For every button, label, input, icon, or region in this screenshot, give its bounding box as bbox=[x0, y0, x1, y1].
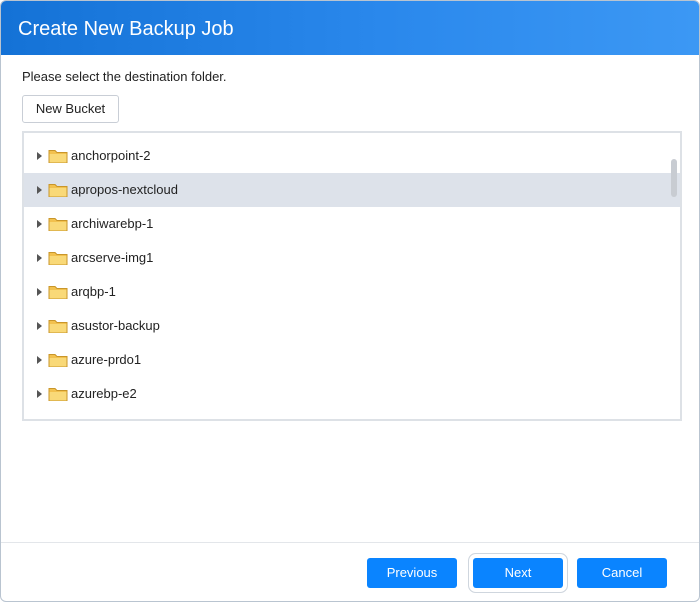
footer-divider bbox=[1, 542, 699, 543]
tree-item-label: apropos-nextcloud bbox=[71, 182, 178, 197]
folder-icon bbox=[48, 320, 68, 333]
folder-icon bbox=[48, 252, 68, 265]
folder-icon bbox=[48, 150, 68, 163]
tree-row-arcserve-img1[interactable]: arcserve-img1 bbox=[24, 241, 680, 275]
folder-icon bbox=[48, 218, 68, 231]
expand-caret-icon[interactable] bbox=[37, 220, 42, 228]
tree-row-anchorpoint-2[interactable]: anchorpoint-2 bbox=[24, 139, 680, 173]
tree-row-apropos-nextcloud[interactable]: apropos-nextcloud bbox=[24, 173, 680, 207]
expand-caret-icon[interactable] bbox=[37, 356, 42, 364]
folder-icon bbox=[48, 388, 68, 401]
folder-icon bbox=[48, 286, 68, 299]
previous-button[interactable]: Previous bbox=[367, 558, 457, 588]
expand-caret-icon[interactable] bbox=[37, 288, 42, 296]
tree-item-label: asustor-backup bbox=[71, 318, 160, 333]
tree-item-label: azure-prdo1 bbox=[71, 352, 142, 367]
tree-item-label: arcserve-img1 bbox=[71, 250, 154, 265]
expand-caret-icon[interactable] bbox=[37, 254, 42, 262]
folder-tree[interactable]: anchorpoint-2 apropos-nextcloud archiwar… bbox=[22, 131, 682, 421]
tree-row-azurebp-e2[interactable]: azurebp-e2 bbox=[24, 377, 680, 411]
tree-row-arqbp-1[interactable]: arqbp-1 bbox=[24, 275, 680, 309]
new-bucket-button[interactable]: New Bucket bbox=[22, 95, 119, 123]
destination-prompt: Please select the destination folder. bbox=[22, 69, 227, 84]
expand-caret-icon[interactable] bbox=[37, 152, 42, 160]
tree-scrollbar-thumb[interactable] bbox=[671, 159, 677, 197]
tree-item-label: arqbp-1 bbox=[71, 284, 116, 299]
next-button[interactable]: Next bbox=[473, 558, 563, 588]
tree-row-asustor-backup[interactable]: asustor-backup bbox=[24, 309, 680, 343]
tree-row-archiwarebp-1[interactable]: archiwarebp-1 bbox=[24, 207, 680, 241]
tree-item-label: anchorpoint-2 bbox=[71, 148, 151, 163]
folder-icon bbox=[48, 354, 68, 367]
backup-job-dialog: Create New Backup Job Please select the … bbox=[0, 0, 700, 602]
tree-item-label: azurebp-e2 bbox=[71, 386, 137, 401]
cancel-button[interactable]: Cancel bbox=[577, 558, 667, 588]
dialog-titlebar: Create New Backup Job bbox=[1, 1, 699, 55]
expand-caret-icon[interactable] bbox=[37, 322, 42, 330]
folder-icon bbox=[48, 184, 68, 197]
expand-caret-icon[interactable] bbox=[37, 186, 42, 194]
expand-caret-icon[interactable] bbox=[37, 390, 42, 398]
tree-item-label: archiwarebp-1 bbox=[71, 216, 154, 231]
tree-row-azure-prdo1[interactable]: azure-prdo1 bbox=[24, 343, 680, 377]
dialog-title: Create New Backup Job bbox=[18, 18, 234, 40]
